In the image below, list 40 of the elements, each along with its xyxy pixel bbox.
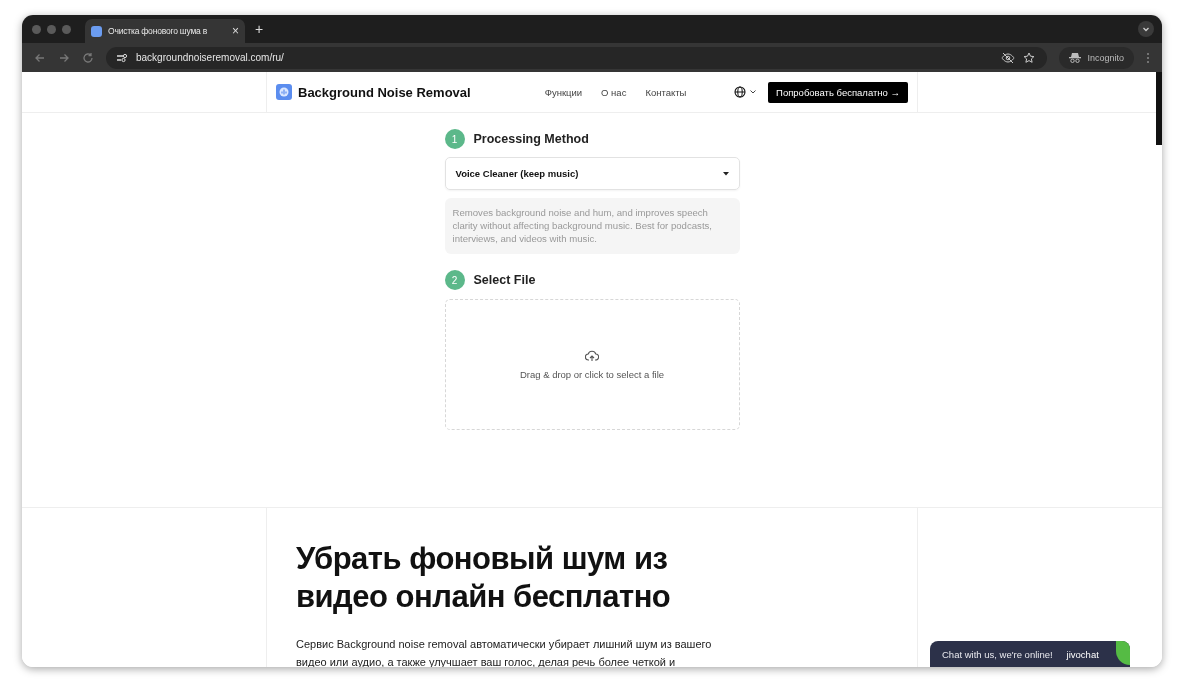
tab-title: Очистка фонового шума в xyxy=(108,26,209,36)
chevron-down-icon xyxy=(750,90,757,94)
scrollbar-thumb[interactable] xyxy=(1156,72,1162,145)
step-number-badge: 1 xyxy=(444,129,465,149)
more-menu-icon[interactable] xyxy=(1146,51,1150,64)
nav-link[interactable]: Функции xyxy=(544,86,583,98)
browser-tab[interactable]: Очистка фонового шума в × xyxy=(85,19,245,43)
reload-icon[interactable] xyxy=(82,51,94,64)
language-selector[interactable] xyxy=(734,86,757,98)
close-tab-button[interactable]: × xyxy=(232,24,239,38)
forward-arrow-icon[interactable] xyxy=(58,51,70,64)
logo-icon[interactable] xyxy=(276,84,292,100)
nav-link[interactable]: О нас xyxy=(601,86,627,98)
cloud-upload-icon xyxy=(585,349,599,362)
method-select[interactable]: Voice Cleaner (keep music) xyxy=(444,157,740,190)
globe-icon xyxy=(734,86,747,98)
favicon-icon xyxy=(91,25,102,37)
step-title: Processing Method xyxy=(473,132,589,146)
try-free-button[interactable]: Попробовать беспалатно → xyxy=(768,81,908,103)
chat-widget[interactable]: Chat with us, we're online! jivochat xyxy=(930,641,1130,667)
eye-slash-icon[interactable] xyxy=(1001,51,1016,64)
method-description: Removes background noise and hum, and improves speech clarity without affecting background music. Best for podcasts, interviews, and videos with music. xyxy=(444,198,740,254)
file-drop-zone[interactable]: Drag & drop or click to select a file xyxy=(444,299,740,430)
star-icon[interactable] xyxy=(1023,51,1036,64)
incognito-icon xyxy=(1069,52,1082,63)
site-settings-icon[interactable] xyxy=(116,51,128,64)
new-tab-button[interactable]: + xyxy=(255,21,264,37)
address-bar[interactable]: backgroundnoiseremoval.com/ru/ xyxy=(106,46,1048,69)
step-title: Select File xyxy=(473,273,536,287)
dropdown-caret-icon xyxy=(722,171,729,176)
url-text: backgroundnoiseremoval.com/ru/ xyxy=(136,52,284,63)
chat-brand-text: jivochat xyxy=(1066,648,1099,660)
incognito-button[interactable]: Incognito xyxy=(1059,46,1134,69)
nav-link[interactable]: Контакты xyxy=(645,86,687,98)
back-arrow-icon[interactable] xyxy=(34,51,46,64)
chat-label: Chat with us, we're online! xyxy=(942,648,1053,660)
site-logo-text[interactable]: Background Noise Removal xyxy=(298,84,471,100)
chevron-down-icon[interactable] xyxy=(1138,21,1154,37)
hero-heading: Убрать фоновый шум из видео онлайн бесплатно xyxy=(296,540,672,616)
step-number-badge: 2 xyxy=(444,270,465,290)
